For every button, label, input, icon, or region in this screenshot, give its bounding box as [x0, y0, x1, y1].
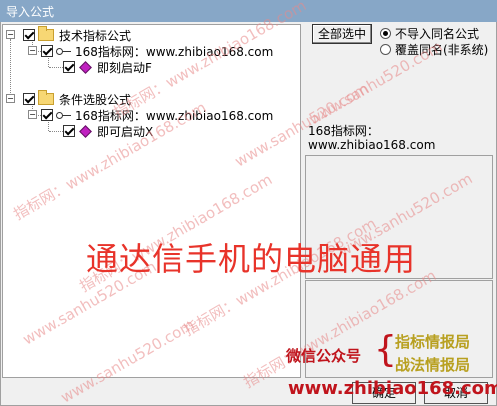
- radio-label: 不导入同名公式: [395, 26, 480, 41]
- radio-dot[interactable]: [380, 43, 391, 55]
- expand-toggle-group1[interactable]: −: [6, 30, 15, 39]
- tree-formula-1[interactable]: 即刻启动F: [63, 59, 152, 75]
- description-box: 168指标网： www.zhibiao168.com: [305, 124, 495, 154]
- formula-icon: [79, 60, 92, 74]
- tag-indicator-bureau: 指标情报局: [395, 333, 471, 351]
- window-title: 导入公式: [6, 5, 55, 19]
- radio-skip-duplicates[interactable]: 不导入同名公式: [380, 26, 480, 41]
- source2-label: 168指标网：www.zhibiao168.com: [75, 108, 274, 123]
- site-url: www.zhibiao168.com: [288, 378, 497, 399]
- group1-checkbox[interactable]: [23, 29, 35, 41]
- formula2-label: 即可启动X: [97, 124, 154, 139]
- formula1-label: 即刻启动F: [97, 60, 152, 75]
- expand-toggle-group2[interactable]: −: [6, 94, 15, 103]
- tree-formula-2[interactable]: 即可启动X: [63, 123, 153, 139]
- select-all-button[interactable]: 全部选中: [312, 24, 372, 44]
- tree-group-indicator[interactable]: 技术指标公式: [23, 26, 132, 43]
- expand-toggle-source2[interactable]: −: [28, 110, 37, 119]
- folder-icon: [38, 90, 54, 105]
- promo-banner: 通达信手机的电脑通用: [86, 240, 417, 278]
- group1-label: 技术指标公式: [59, 28, 132, 43]
- tree-group-selection[interactable]: 条件选股公式: [23, 90, 132, 107]
- tree-source-2[interactable]: 168指标网：www.zhibiao168.com: [41, 107, 273, 123]
- brace-icon: {: [374, 329, 397, 370]
- key-icon: [56, 110, 72, 120]
- radio-label: 覆盖同名(非系统): [395, 42, 489, 57]
- wechat-label: 微信公众号: [286, 347, 362, 365]
- info-line-1: 168指标网：: [308, 124, 379, 138]
- tree-source-1[interactable]: 168指标网：www.zhibiao168.com: [41, 43, 273, 59]
- radio-overwrite[interactable]: 覆盖同名(非系统): [380, 42, 489, 57]
- formula-icon: [79, 124, 92, 138]
- formula-tree[interactable]: − 技术指标公式 − 168指标网：www.zhibiao168.com 即刻启…: [2, 24, 301, 378]
- radio-dot[interactable]: [380, 27, 391, 39]
- tree-line: [10, 39, 11, 95]
- source1-label: 168指标网：www.zhibiao168.com: [75, 44, 274, 59]
- group2-checkbox[interactable]: [23, 93, 35, 105]
- tag-strategy-bureau: 战法情报局: [395, 356, 471, 374]
- formula2-checkbox[interactable]: [63, 125, 75, 137]
- formula1-checkbox[interactable]: [63, 61, 75, 73]
- folder-icon: [38, 26, 54, 41]
- title-bar: 导入公式: [0, 0, 497, 22]
- key-icon: [56, 46, 72, 56]
- expand-toggle-source1[interactable]: −: [28, 46, 37, 55]
- group2-label: 条件选股公式: [59, 92, 132, 107]
- source2-checkbox[interactable]: [41, 109, 53, 121]
- source1-checkbox[interactable]: [41, 45, 53, 57]
- info-line-2: www.zhibiao168.com: [308, 138, 436, 152]
